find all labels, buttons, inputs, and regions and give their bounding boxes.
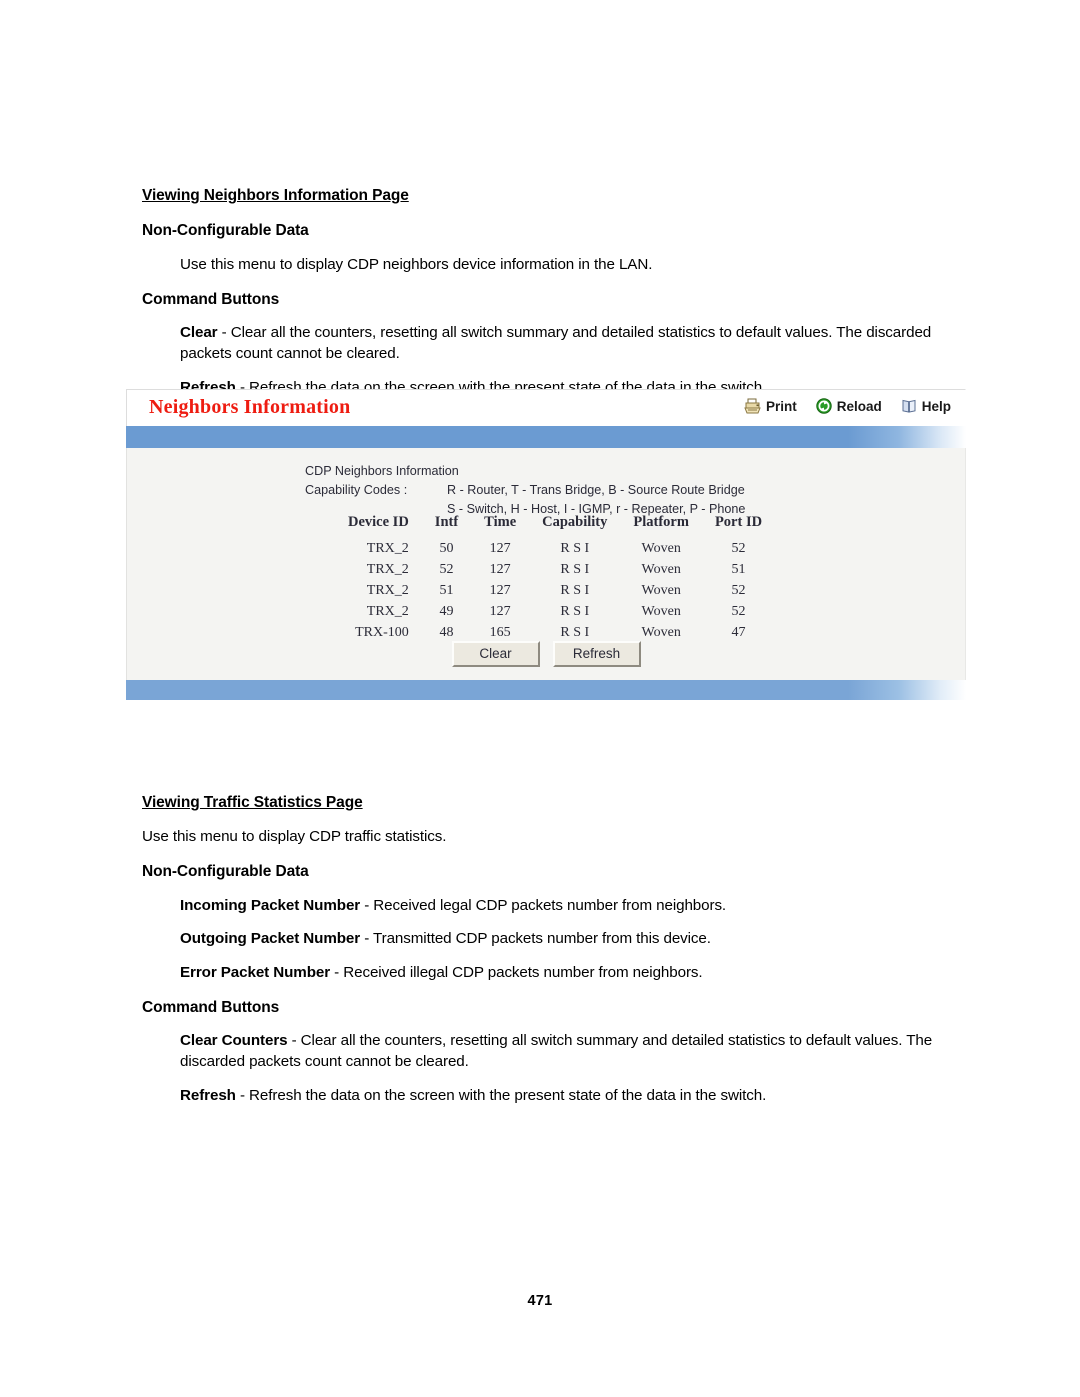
screenshot-page-title: Neighbors Information: [149, 396, 351, 418]
refresh-button[interactable]: Refresh: [552, 641, 641, 667]
term-outgoing-desc: - Transmitted CDP packets number from th…: [360, 930, 711, 948]
column-header-capability: Capability: [542, 514, 608, 530]
cell-port-id: 47: [731, 625, 746, 640]
section-heading-traffic-statistics: Viewing Traffic Statistics Page: [142, 794, 363, 811]
capability-codes-label: Capability Codes :: [305, 483, 408, 497]
cdp-info-block: CDP Neighbors Information Capability Cod…: [305, 462, 745, 519]
cell-port-id: 52: [731, 583, 746, 598]
section-heading-neighbors: Viewing Neighbors Information Page: [142, 187, 409, 204]
cell-capability: R S I: [560, 604, 590, 619]
help-label: Help: [921, 398, 951, 414]
subheading-command-buttons-2: Command Buttons: [142, 998, 280, 1016]
cell-port-id: 52: [731, 541, 746, 556]
table-row: TRX_2 50 127 R S I Woven 52: [335, 538, 775, 559]
cell-port-id: 51: [731, 562, 746, 577]
cell-platform: Woven: [641, 625, 681, 640]
cell-device-id: TRX_2: [366, 562, 409, 577]
cell-device-id: TRX_2: [366, 541, 409, 556]
cell-platform: Woven: [641, 541, 681, 556]
paragraph-use-menu-cdp-neighbors: Use this menu to display CDP neighbors d…: [180, 255, 653, 273]
paragraph-use-menu-cdp-traffic: Use this menu to display CDP traffic sta…: [142, 827, 447, 845]
print-button[interactable]: Print: [744, 398, 797, 414]
screenshot-button-row: Clear Refresh: [127, 641, 965, 667]
column-header-platform: Platform: [633, 514, 689, 530]
cell-device-id: TRX_2: [366, 604, 409, 619]
cell-time: 127: [489, 541, 511, 556]
capability-codes-value-1: R - Router, T - Trans Bridge, B - Source…: [447, 483, 745, 497]
column-header-device-id: Device ID: [348, 514, 409, 530]
cell-time: 127: [489, 583, 511, 598]
cell-intf: 49: [439, 604, 454, 619]
help-button[interactable]: Help: [901, 398, 951, 414]
section-neighbors-information: Viewing Neighbors Information Page Non-C…: [142, 186, 982, 398]
subheading-command-buttons-1: Command Buttons: [142, 290, 280, 308]
reload-button[interactable]: Reload: [816, 398, 882, 414]
neighbors-table: Device ID Intf Time Capability Platform …: [335, 514, 775, 643]
help-book-icon: [901, 398, 917, 414]
term-incoming-desc: - Received legal CDP packets number from…: [360, 896, 727, 914]
embedded-screenshot-neighbors-information: Neighbors Information Print Reload Help …: [126, 389, 966, 723]
column-header-intf: Intf: [434, 514, 459, 530]
term-refresh-2: Refresh: [180, 1086, 236, 1104]
table-row: TRX_2 52 127 R S I Woven 51: [335, 559, 775, 580]
screenshot-toolbar: Print Reload Help: [744, 398, 951, 414]
term-clear-desc: - Clear all the counters, resetting all …: [180, 324, 932, 363]
paragraph-incoming-packet-number: Incoming Packet Number - Received legal …: [180, 896, 982, 917]
column-header-time: Time: [484, 514, 517, 530]
screenshot-titlebar: Neighbors Information Print Reload Help: [126, 389, 966, 426]
cell-capability: R S I: [560, 541, 590, 556]
term-incoming-packet-number: Incoming Packet Number: [180, 896, 361, 914]
subheading-non-configurable-data-2: Non-Configurable Data: [142, 862, 309, 880]
cell-time: 165: [489, 625, 511, 640]
paragraph-error-packet-number: Error Packet Number - Received illegal C…: [180, 963, 982, 984]
print-label: Print: [765, 398, 797, 414]
subheading-non-configurable-data-1: Non-Configurable Data: [142, 221, 309, 239]
paragraph-clear-counters-description: Clear Counters - Clear all the counters,…: [180, 1031, 982, 1072]
cell-capability: R S I: [560, 625, 590, 640]
term-refresh-desc-2: - Refresh the data on the screen with th…: [235, 1086, 767, 1104]
cdp-info-title: CDP Neighbors Information: [305, 464, 459, 478]
paragraph-refresh-description-2: Refresh - Refresh the data on the screen…: [180, 1086, 982, 1107]
screenshot-accent-bar-top: [126, 426, 966, 448]
term-error-packet-number: Error Packet Number: [180, 963, 331, 981]
cell-intf: 52: [439, 562, 454, 577]
term-clear: Clear: [180, 324, 218, 342]
reload-icon: [816, 398, 832, 414]
cell-platform: Woven: [641, 562, 681, 577]
section-traffic-statistics: Viewing Traffic Statistics Page Use this…: [142, 793, 982, 1106]
cell-device-id: TRX_2: [366, 583, 409, 598]
term-error-desc: - Received illegal CDP packets number fr…: [330, 963, 703, 981]
cell-device-id: TRX-100: [355, 625, 409, 640]
cell-platform: Woven: [641, 583, 681, 598]
printer-icon: [744, 398, 761, 414]
cell-platform: Woven: [641, 604, 681, 619]
table-header-row: Device ID Intf Time Capability Platform …: [335, 514, 775, 538]
cell-time: 127: [489, 562, 511, 577]
term-clear-counters-desc: - Clear all the counters, resetting all …: [180, 1032, 933, 1071]
screenshot-accent-bar-bottom: [126, 680, 966, 700]
table-row: TRX_2 51 127 R S I Woven 52: [335, 580, 775, 601]
clear-button[interactable]: Clear: [451, 641, 540, 667]
document-page: Viewing Neighbors Information Page Non-C…: [0, 0, 1080, 1397]
capability-codes-line-1: Capability Codes : R - Router, T - Trans …: [305, 481, 745, 500]
cell-intf: 50: [439, 541, 454, 556]
cell-time: 127: [489, 604, 511, 619]
table-row: TRX_2 49 127 R S I Woven 52: [335, 601, 775, 622]
cell-intf: 48: [439, 625, 454, 640]
paragraph-clear-description: Clear - Clear all the counters, resettin…: [180, 323, 982, 364]
page-number: 471: [527, 1293, 553, 1309]
cell-intf: 51: [439, 583, 454, 598]
cell-port-id: 52: [731, 604, 746, 619]
cell-capability: R S I: [560, 583, 590, 598]
table-row: TRX-100 48 165 R S I Woven 47: [335, 622, 775, 643]
reload-label: Reload: [836, 398, 882, 414]
cell-capability: R S I: [560, 562, 590, 577]
term-clear-counters: Clear Counters: [180, 1032, 288, 1050]
paragraph-outgoing-packet-number: Outgoing Packet Number - Transmitted CDP…: [180, 929, 982, 950]
screenshot-content-area: CDP Neighbors Information Capability Cod…: [126, 448, 966, 680]
term-outgoing-packet-number: Outgoing Packet Number: [180, 930, 361, 948]
column-header-port-id: Port ID: [714, 514, 763, 530]
